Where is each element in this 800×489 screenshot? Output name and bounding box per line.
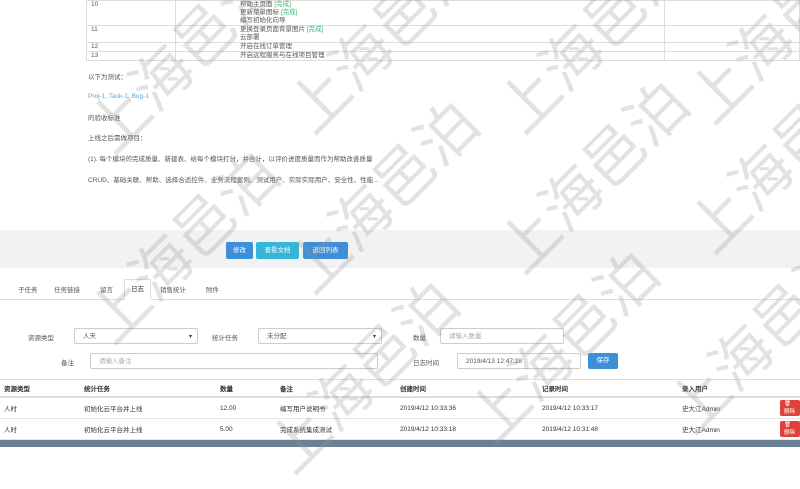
task-num: 12 [86, 42, 176, 52]
task-line: 更新菜单图标 [240, 9, 279, 16]
task-line: 云部署 [240, 34, 260, 41]
tab-bar: 子任务 任务链接 留言 日志 销售统计 附件 [0, 279, 800, 300]
task-desc: 开启远程服务与在线项目管理 [175, 51, 665, 61]
task-extra [664, 25, 800, 43]
col-quantity[interactable]: 数量 [216, 379, 276, 398]
cell-created: 2019/4/12 10:33:18 [396, 418, 538, 440]
task-extra [664, 42, 800, 52]
done-tag: [完成] [306, 26, 324, 33]
cell-recorded: 2019/4/12 10:31:48 [538, 418, 678, 440]
task-row: 12 开启在线订单管理 [86, 42, 800, 52]
task-row: 10 帮助主页面 [完成] 更新菜单图标 [完成] 编写初始化向导 [86, 0, 800, 26]
tab-comments[interactable]: 留言 [100, 284, 113, 294]
cell-created: 2019/4/12 10:33:36 [396, 397, 538, 419]
task-desc: 更换登录页面背景图片 [完成] 云部署 [175, 25, 665, 43]
log-time-label: 日志时间 [413, 360, 439, 367]
quantity-placeholder: 请输入数量 [449, 333, 482, 340]
task-extra [664, 51, 800, 61]
col-created[interactable]: 创建时间 [396, 379, 538, 398]
stat-task-label: 统计任务 [212, 335, 238, 342]
log-table: 资源类型 统计任务 数量 备注 创建时间 记录时间 录入用户 人时 初始化云平台… [0, 379, 800, 440]
action-toolbar: 修改 查看文档 返回列表 [0, 230, 800, 268]
col-user[interactable]: 录入用户 [678, 379, 776, 398]
cell-remark: 完成系统集成测试 [276, 418, 396, 440]
back-to-list-button[interactable]: 返回列表 [303, 242, 348, 259]
save-button[interactable]: 保存 [588, 353, 618, 369]
proj-link[interactable]: Proj-1, Task-1, Bug-1 [88, 93, 149, 100]
table-row: 人时 初始化云平台并上线 5.00 完成系统集成测试 2019/4/12 10:… [0, 418, 800, 440]
task-table: 10 帮助主页面 [完成] 更新菜单图标 [完成] 编写初始化向导 11 更换登… [86, 0, 800, 61]
resource-type-label: 资源类型 [28, 335, 54, 342]
cell-type: 人时 [0, 418, 80, 440]
online-note-text: 上线之后需做项目： [88, 135, 147, 142]
col-remark[interactable]: 备注 [276, 379, 396, 398]
task-num: 10 [86, 0, 176, 26]
delete-label: 删除 [784, 430, 796, 436]
done-tag: [完成] [274, 1, 291, 8]
tab-task-links[interactable]: 任务链接 [54, 284, 80, 294]
cell-task: 初始化云平台并上线 [80, 397, 216, 419]
tab-subtask[interactable]: 子任务 [18, 284, 38, 294]
task-desc: 开启在线订单管理 [175, 42, 665, 52]
col-recorded[interactable]: 记录时间 [538, 379, 678, 398]
trash-icon: 🗑 [784, 401, 791, 407]
quantity-label: 数量 [413, 335, 426, 342]
cell-qty: 5.00 [216, 418, 276, 440]
cell-recorded: 2019/4/12 10:33:17 [538, 397, 678, 419]
edit-button[interactable]: 修改 [226, 242, 253, 259]
cell-user: 史大江Admin [678, 397, 776, 419]
view-doc-button[interactable]: 查看文档 [256, 242, 299, 259]
remark-input[interactable]: 请输入备注 [90, 353, 378, 369]
footer-bar [0, 440, 800, 447]
tab-log[interactable]: 日志 [124, 279, 151, 300]
chevron-down-icon: ▾ [188, 334, 192, 340]
task-line: 编写初始化向导 [240, 17, 286, 24]
task-line: 更换登录页面背景图片 [240, 26, 305, 33]
table-row: 人时 初始化云平台并上线 12.00 编写用户说明书 2019/4/12 10:… [0, 397, 800, 419]
log-time-value: 2019/4/13 12:47:28 [466, 358, 523, 365]
task-row: 13 开启远程服务与在线项目管理 [86, 51, 800, 61]
col-action [776, 379, 800, 398]
cell-action: 🗑 删除 [776, 397, 800, 419]
task-line: 开启远程服务与在线项目管理 [240, 52, 325, 59]
resource-type-select[interactable]: 人天 ▾ [74, 328, 198, 344]
col-stat-task[interactable]: 统计任务 [80, 379, 216, 398]
cell-action: 🗑 删除 [776, 418, 800, 440]
tab-sales-stats[interactable]: 销售统计 [160, 284, 186, 294]
trash-icon: 🗑 [784, 422, 791, 428]
task-extra [664, 0, 800, 26]
task-num: 11 [86, 25, 176, 43]
cell-task: 初始化云平台并上线 [80, 418, 216, 440]
cell-remark: 编写用户说明书 [276, 397, 396, 419]
col-resource-type[interactable]: 资源类型 [0, 379, 80, 398]
chevron-down-icon: ▾ [372, 334, 376, 340]
task-desc: 帮助主页面 [完成] 更新菜单图标 [完成] 编写初始化向导 [175, 0, 665, 26]
cell-user: 史大江Admin [678, 418, 776, 440]
task-row: 11 更换登录页面背景图片 [完成] 云部署 [86, 25, 800, 43]
cell-type: 人时 [0, 397, 80, 419]
item2-text: CRUD、基础关联、帮助、选择合适控件、业务流程案例、测试用户、实际实际用户、安… [88, 177, 379, 184]
delete-button[interactable]: 🗑 删除 [780, 421, 800, 437]
quantity-input[interactable]: 请输入数量 [440, 328, 564, 344]
acceptance-text: 的验收标准 [88, 115, 121, 122]
delete-label: 删除 [784, 409, 796, 415]
item1-text: (1). 每个模块的完成质量、新建表、给每个模块打分，并合计，以评价进度质量而作… [88, 156, 373, 163]
stat-task-select[interactable]: 未分配 ▾ [258, 328, 382, 344]
done-tag: [完成] [280, 9, 298, 16]
tab-attachments[interactable]: 附件 [206, 284, 219, 294]
stat-task-value: 未分配 [267, 333, 287, 340]
watermark: 上海邑泊 [274, 87, 494, 307]
test-intro-text: 以下为测试： [88, 74, 127, 81]
resource-type-value: 人天 [83, 333, 96, 340]
task-line: 帮助主页面 [240, 1, 273, 8]
log-time-input[interactable]: 2019/4/13 12:47:28 [457, 353, 581, 369]
delete-button[interactable]: 🗑 删除 [780, 400, 800, 416]
task-num: 13 [86, 51, 176, 61]
remark-placeholder: 请输入备注 [99, 358, 132, 365]
table-header-row: 资源类型 统计任务 数量 备注 创建时间 记录时间 录入用户 [0, 379, 800, 398]
remark-label: 备注 [61, 360, 74, 367]
task-line: 开启在线订单管理 [240, 43, 292, 50]
cell-qty: 12.00 [216, 397, 276, 419]
